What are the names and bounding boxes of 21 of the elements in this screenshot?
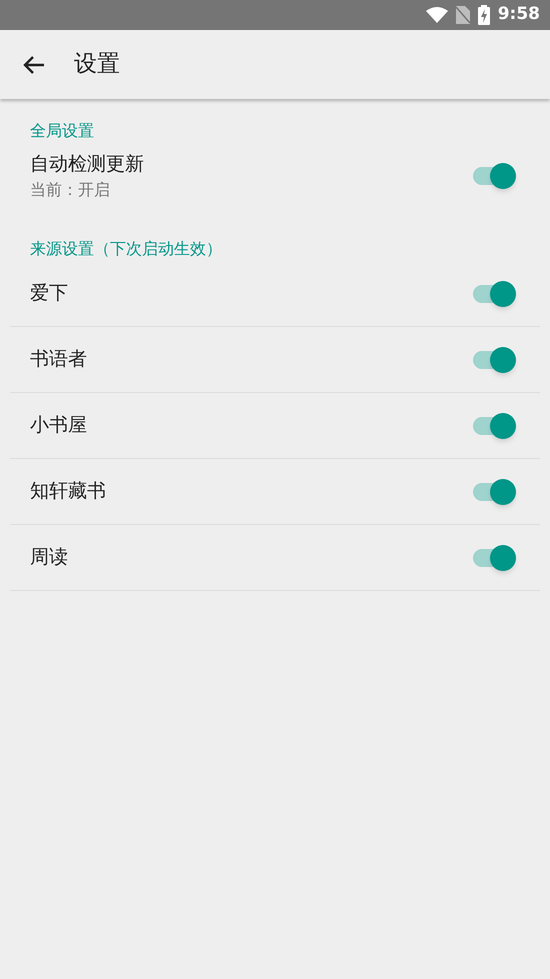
setting-row[interactable]: 自动检测更新 当前：开启 — [10, 143, 540, 209]
back-arrow-icon — [23, 54, 45, 74]
setting-row[interactable]: 周读 — [10, 525, 540, 591]
setting-title: 周读 — [30, 545, 68, 570]
clock: 9:58 — [498, 3, 540, 26]
battery-charging-icon — [478, 5, 490, 25]
setting-row[interactable]: 书语者 — [10, 327, 540, 393]
no-sim-icon — [456, 6, 470, 24]
setting-title: 自动检测更新 — [30, 152, 144, 177]
toolbar-title: 设置 — [74, 50, 120, 80]
setting-title: 小书屋 — [30, 413, 87, 438]
setting-summary: 当前：开启 — [30, 179, 111, 202]
setting-row[interactable]: 知轩藏书 — [10, 459, 540, 525]
section-header: 来源设置（下次启动生效） — [30, 238, 223, 260]
wifi-icon — [426, 7, 448, 23]
setting-row[interactable]: 爱下 — [10, 261, 540, 327]
setting-title: 爱下 — [30, 281, 68, 306]
section-header: 全局设置 — [30, 120, 95, 142]
setting-row[interactable]: 小书屋 — [10, 393, 540, 459]
setting-title: 书语者 — [30, 347, 87, 372]
setting-title: 知轩藏书 — [30, 479, 106, 504]
